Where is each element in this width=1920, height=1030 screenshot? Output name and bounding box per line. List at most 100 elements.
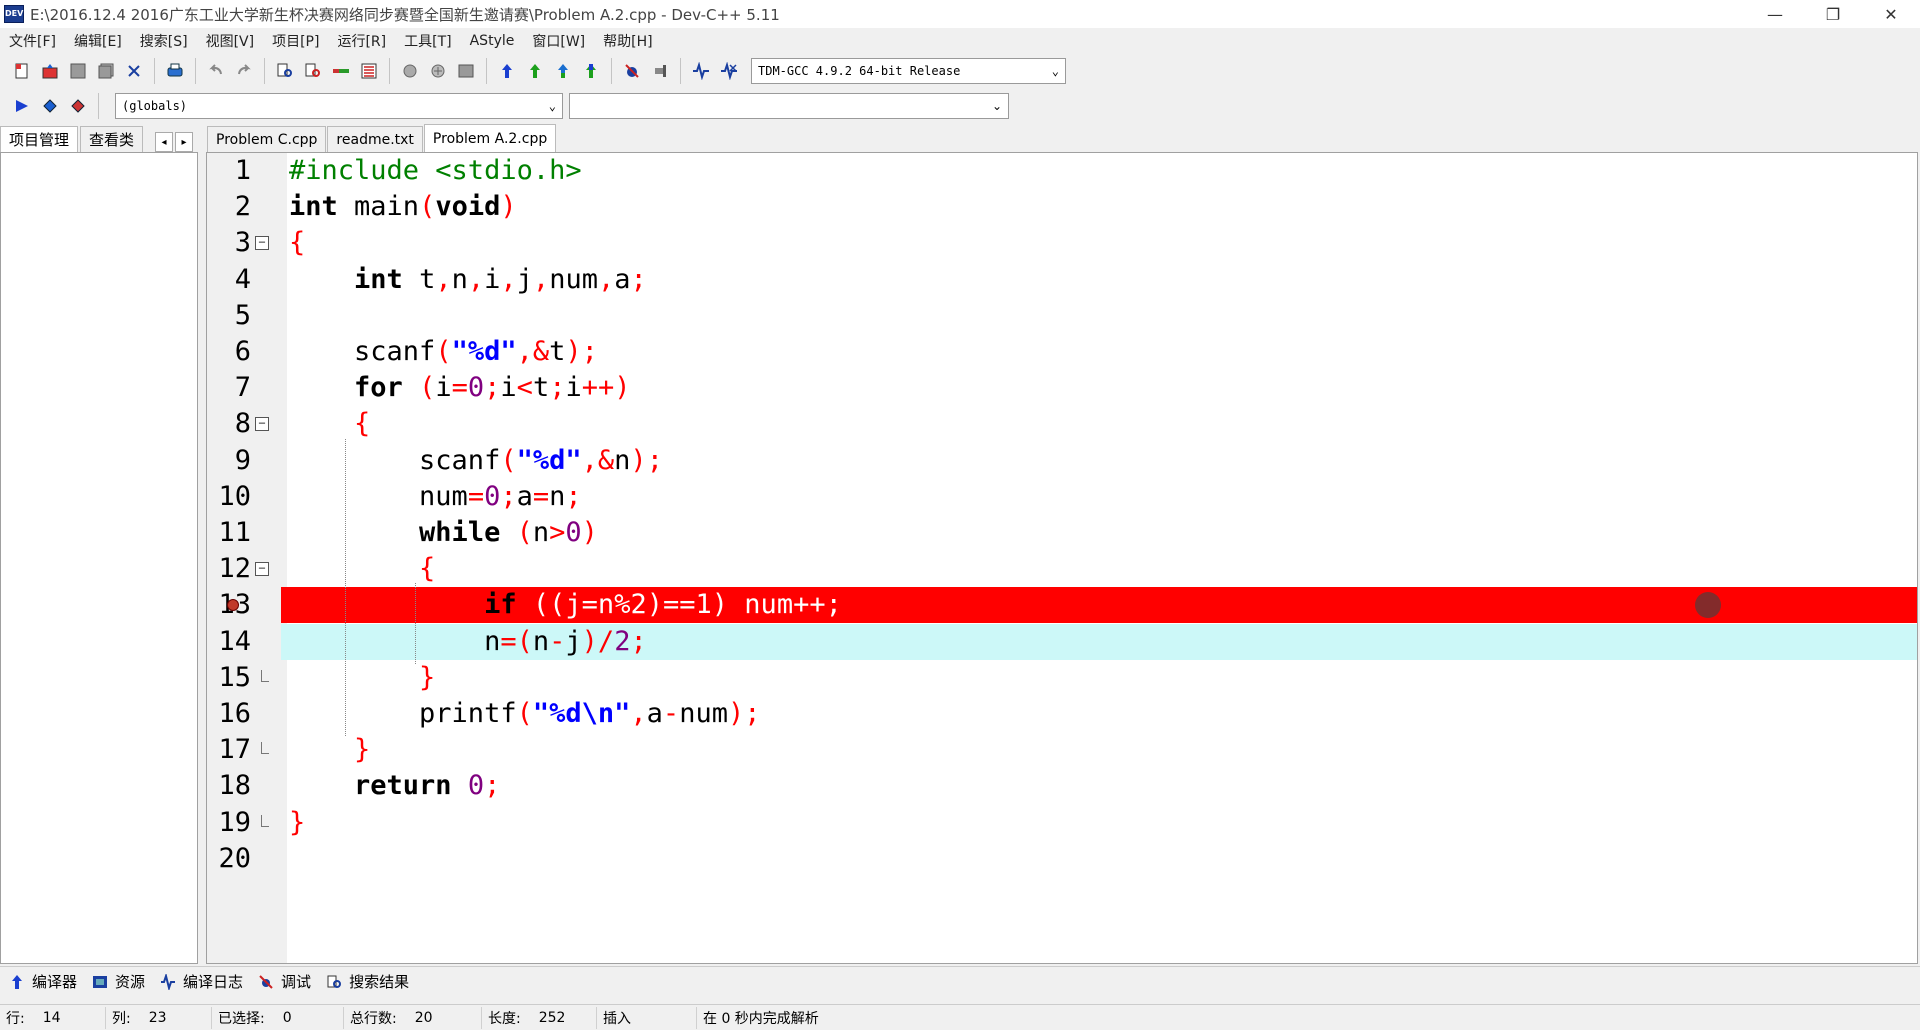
status-row: 行: 14 [0, 1006, 106, 1029]
tab-search-results[interactable]: 搜索结果 [325, 971, 409, 992]
find-icon[interactable] [273, 59, 297, 83]
add-to-project-icon[interactable] [426, 59, 450, 83]
line-number[interactable]: 14 [207, 624, 251, 660]
menu-tools[interactable]: 工具[T] [395, 31, 460, 51]
line-number[interactable]: 8 [207, 406, 251, 442]
tab-prev-button[interactable]: ◂ [155, 132, 174, 152]
fold-toggle-icon[interactable]: − [255, 236, 269, 251]
line-number[interactable]: 6 [207, 334, 251, 370]
tab-compiler[interactable]: 编译器 [8, 971, 77, 992]
code-line[interactable]: { [281, 406, 1917, 442]
code-line[interactable]: } [281, 732, 1917, 768]
line-number[interactable]: 18 [207, 768, 251, 804]
code-line[interactable]: } [281, 660, 1917, 696]
code-line[interactable]: #include <stdio.h> [281, 153, 1917, 189]
code-line[interactable]: scanf("%d",&t); [281, 334, 1917, 370]
menu-window[interactable]: 窗口[W] [523, 31, 594, 51]
line-number[interactable]: 3 [207, 225, 251, 261]
goto-line-icon[interactable] [329, 59, 353, 83]
menu-view[interactable]: 视图[V] [197, 31, 264, 51]
stop-icon[interactable] [648, 59, 672, 83]
new-project-icon[interactable] [398, 59, 422, 83]
menu-help[interactable]: 帮助[H] [594, 31, 661, 51]
open-file-icon[interactable] [38, 59, 62, 83]
code-line[interactable]: printf("%d\n",a-num); [281, 696, 1917, 732]
tab-class-browser[interactable]: 查看类 [80, 126, 144, 152]
compile-run-icon[interactable] [551, 59, 575, 83]
run-icon[interactable] [523, 59, 547, 83]
code-line[interactable]: } [281, 805, 1917, 841]
menu-edit[interactable]: 编辑[E] [65, 31, 131, 51]
line-number[interactable]: 11 [207, 515, 251, 551]
line-number[interactable]: 9 [207, 443, 251, 479]
tab-debug[interactable]: 调试 [257, 971, 311, 992]
toggle-comment-icon[interactable] [66, 94, 90, 118]
code-line[interactable]: n=(n-j)/2; [281, 623, 1917, 660]
file-tab-readme[interactable]: readme.txt [327, 126, 423, 152]
line-number[interactable]: 17 [207, 732, 251, 768]
tab-next-button[interactable]: ▸ [175, 132, 194, 152]
tab-project-manager[interactable]: 项目管理 [0, 126, 79, 152]
code-line[interactable]: for (i=0;i<t;i++) [281, 370, 1917, 406]
undo-icon[interactable] [204, 59, 228, 83]
line-number[interactable]: 4 [207, 262, 251, 298]
line-number[interactable]: 20 [207, 841, 251, 877]
save-all-icon[interactable] [94, 59, 118, 83]
line-number[interactable]: 7 [207, 370, 251, 406]
compiler-select[interactable]: TDM-GCC 4.9.2 64-bit Release ⌄ [751, 58, 1066, 84]
profile-delete-icon[interactable] [717, 59, 741, 83]
line-number[interactable]: 1 [207, 153, 251, 189]
function-select[interactable]: ⌄ [569, 93, 1009, 119]
line-number[interactable]: 15 [207, 660, 251, 696]
new-file-icon[interactable] [10, 59, 34, 83]
code-line[interactable]: int main(void) [281, 189, 1917, 225]
line-number[interactable]: 10 [207, 479, 251, 515]
close-button[interactable]: ✕ [1862, 0, 1920, 28]
code-line[interactable]: int t,n,i,j,num,a; [281, 262, 1917, 298]
chevron-down-icon: ⌄ [1051, 64, 1059, 78]
fold-toggle-icon[interactable]: − [255, 417, 269, 432]
menu-run[interactable]: 运行[R] [328, 31, 395, 51]
menu-file[interactable]: 文件[F] [0, 31, 65, 51]
minimize-button[interactable]: — [1746, 0, 1804, 28]
line-number[interactable]: 16 [207, 696, 251, 732]
code-line[interactable]: { [281, 551, 1917, 587]
bookmark-icon[interactable] [357, 59, 381, 83]
debug-icon[interactable] [620, 59, 644, 83]
line-number[interactable]: 5 [207, 298, 251, 334]
file-tab-problem-a2[interactable]: Problem A.2.cpp [423, 124, 557, 152]
project-panel[interactable] [0, 152, 198, 964]
insert-code-icon[interactable] [38, 94, 62, 118]
redo-icon[interactable] [232, 59, 256, 83]
code-line[interactable]: { [281, 225, 1917, 261]
profile-icon[interactable] [689, 59, 713, 83]
fold-toggle-icon[interactable]: − [255, 562, 269, 577]
tab-compile-log[interactable]: 编译日志 [159, 971, 243, 992]
menu-project[interactable]: 项目[P] [263, 31, 328, 51]
code-line[interactable] [281, 298, 1917, 334]
print-icon[interactable] [163, 59, 187, 83]
code-line[interactable]: num=0;a=n; [281, 479, 1917, 515]
file-tab-problem-c[interactable]: Problem C.cpp [207, 126, 327, 152]
code-line[interactable]: while (n>0) [281, 515, 1917, 551]
line-number[interactable]: 2 [207, 189, 251, 225]
save-icon[interactable] [66, 59, 90, 83]
scope-select[interactable]: (globals) ⌄ [115, 93, 563, 119]
compile-icon[interactable] [495, 59, 519, 83]
close-file-icon[interactable] [122, 59, 146, 83]
menu-astyle[interactable]: AStyle [461, 33, 524, 49]
line-number[interactable]: 19 [207, 805, 251, 841]
code-line[interactable]: scanf("%d",&n); [281, 443, 1917, 479]
code-line[interactable]: if ((j=n%2)==1) num++; [281, 587, 1917, 624]
code-editor[interactable]: 1 #include <stdio.h> 2 int main(void) 3−{4 i… [206, 152, 1918, 964]
project-options-icon[interactable] [454, 59, 478, 83]
code-line[interactable]: return 0; [281, 768, 1917, 804]
goto-declaration-icon[interactable] [10, 94, 34, 118]
line-number[interactable]: 12 [207, 551, 251, 587]
replace-icon[interactable] [301, 59, 325, 83]
tab-resources[interactable]: 资源 [91, 971, 145, 992]
menu-search[interactable]: 搜索[S] [131, 31, 197, 51]
restore-button[interactable]: ❐ [1804, 0, 1862, 28]
code-line[interactable] [281, 841, 1917, 877]
rebuild-icon[interactable] [579, 59, 603, 83]
